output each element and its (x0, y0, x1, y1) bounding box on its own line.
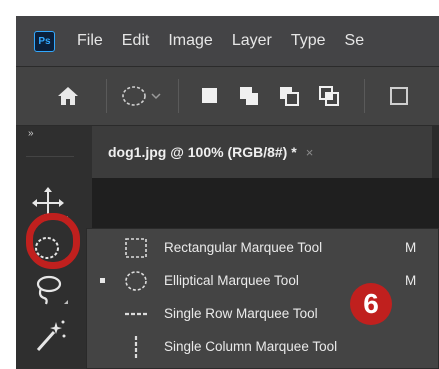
new-selection-icon[interactable] (202, 88, 217, 103)
panel-collapse-grip[interactable]: » (26, 126, 74, 157)
options-divider (178, 79, 179, 113)
options-bar (16, 66, 439, 126)
photoshop-logo[interactable]: Ps (34, 30, 55, 52)
lasso-tool[interactable] (26, 268, 72, 310)
single-row-marquee-icon (125, 312, 147, 316)
step-number-badge: 6 (350, 283, 392, 325)
lasso-tool-icon (36, 275, 68, 305)
options-divider (106, 79, 107, 113)
document-tab-bar: dog1.jpg @ 100% (RGB/8#) * × (92, 126, 439, 178)
tool-highlight-circle (26, 213, 80, 269)
menu-image[interactable]: Image (168, 32, 212, 50)
flyout-item-shortcut: M (405, 273, 417, 288)
document-tab-title: dog1.jpg @ 100% (RGB/8#) * (108, 144, 297, 160)
close-icon[interactable]: × (306, 145, 314, 160)
feather-option-icon[interactable] (388, 85, 410, 107)
elliptical-marquee-preset-icon[interactable] (119, 84, 149, 108)
flyout-item-label: Elliptical Marquee Tool (164, 273, 299, 288)
document-tab[interactable]: dog1.jpg @ 100% (RGB/8#) * × (92, 126, 432, 178)
menu-type[interactable]: Type (291, 32, 326, 50)
photoshop-window: Ps File Edit Image Layer Type Se » dog1.… (16, 16, 439, 369)
magic-wand-tool-icon (36, 320, 66, 351)
menu-layer[interactable]: Layer (232, 32, 272, 50)
menu-select[interactable]: Se (345, 32, 365, 50)
options-divider (364, 79, 365, 113)
chevron-down-icon[interactable] (151, 91, 161, 101)
flyout-item-label: Rectangular Marquee Tool (164, 240, 323, 255)
elliptical-marquee-icon (125, 271, 147, 291)
flyout-item-rectangular-marquee[interactable]: Rectangular Marquee Tool M (87, 232, 438, 263)
flyout-item-single-column-marquee[interactable]: Single Column Marquee Tool (87, 331, 438, 362)
menu-bar: Ps File Edit Image Layer Type Se (16, 16, 439, 66)
single-column-marquee-icon (134, 336, 138, 358)
flyout-item-label: Single Column Marquee Tool (164, 339, 338, 354)
subtract-from-selection-icon[interactable] (278, 85, 300, 107)
add-to-selection-icon[interactable] (238, 85, 260, 107)
active-tool-bullet (100, 278, 105, 283)
intersect-selection-icon[interactable] (318, 85, 340, 107)
home-icon[interactable] (56, 84, 80, 108)
rectangular-marquee-icon (125, 238, 147, 258)
flyout-item-label: Single Row Marquee Tool (164, 306, 318, 321)
menu-file[interactable]: File (77, 32, 103, 50)
flyout-item-shortcut: M (405, 240, 417, 255)
magic-wand-tool[interactable] (26, 314, 72, 356)
menu-edit[interactable]: Edit (122, 32, 150, 50)
